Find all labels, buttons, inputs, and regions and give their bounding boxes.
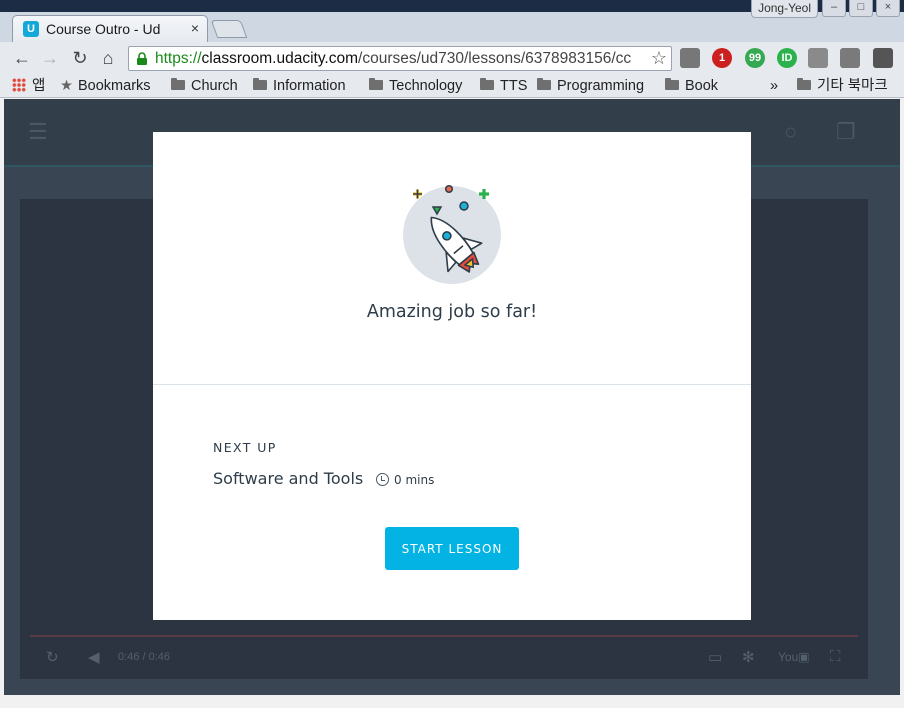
url-path: /courses/ud730/lessons/6378983156/cc xyxy=(358,50,632,67)
hamburger-menu-icon[interactable]: ☰ xyxy=(28,119,48,145)
course-outro-modal: Amazing job so far! NEXT UP Software and… xyxy=(153,132,751,620)
bookmark-label: Technology xyxy=(389,78,463,94)
next-up-label: NEXT UP xyxy=(213,440,277,455)
forward-arrow-icon[interactable]: → xyxy=(40,47,60,69)
modal-hero: Amazing job so far! xyxy=(153,132,751,385)
bookmark-folder-tts[interactable]: TTS xyxy=(480,77,527,95)
bookmark-label: 기타 북마크 xyxy=(817,78,888,94)
minimize-button[interactable]: – xyxy=(822,0,846,17)
tab-title: Course Outro - Ud xyxy=(46,21,161,37)
other-bookmarks-folder[interactable]: 기타 북마크 xyxy=(797,77,888,95)
folder-icon xyxy=(537,78,551,90)
bookmark-folder-technology[interactable]: Technology xyxy=(369,77,462,95)
star-icon: ★ xyxy=(60,78,73,94)
tab-course-outro[interactable]: U Course Outro - Ud × xyxy=(12,15,208,43)
bookmark-item-bookmarks[interactable]: ★ Bookmarks xyxy=(60,77,151,95)
youtube-logo-icon[interactable]: You▣ xyxy=(778,650,810,664)
volume-icon[interactable]: ◀ xyxy=(88,648,100,666)
lesson-duration: 0 mins xyxy=(376,473,434,487)
id-icon[interactable]: ID xyxy=(777,48,797,68)
bookmarks-overflow-button[interactable]: » xyxy=(770,77,778,95)
fullscreen-icon[interactable]: ⛶ xyxy=(830,648,841,665)
folder-icon xyxy=(480,78,494,90)
folder-icon xyxy=(171,78,185,90)
adblock-icon[interactable]: 1 xyxy=(712,48,732,68)
bookmark-label: Church xyxy=(191,78,238,94)
modal-headline: Amazing job so far! xyxy=(366,302,538,322)
profile-name-badge[interactable]: Jong-Yeol xyxy=(751,0,818,18)
bookmark-folder-book[interactable]: Book xyxy=(665,77,718,95)
bookmark-label: Book xyxy=(685,78,719,94)
tab-close-icon[interactable]: × xyxy=(191,20,199,36)
close-window-button[interactable]: × xyxy=(876,0,900,17)
bookmark-folder-information[interactable]: Information xyxy=(253,77,346,95)
search-icon[interactable]: ○ xyxy=(784,119,797,145)
captions-icon[interactable]: ▭ xyxy=(708,648,722,666)
bookmark-label: TTS xyxy=(500,78,528,94)
address-bar[interactable]: https://classroom.udacity.com/courses/ud… xyxy=(128,46,672,71)
url-scheme: https:// xyxy=(155,50,202,67)
video-progress-bar[interactable] xyxy=(30,635,858,637)
folder-icon xyxy=(797,78,811,90)
folder-icon xyxy=(665,78,679,90)
folder-icon xyxy=(369,78,383,90)
bookmark-folder-programming[interactable]: Programming xyxy=(537,77,644,95)
browser-toolbar: ← → ↻ ⌂ https://classroom.udacity.com/co… xyxy=(0,42,904,74)
replay-icon[interactable]: ↻ xyxy=(46,648,59,666)
bookmark-label: Programming xyxy=(557,78,645,94)
url-text: https://classroom.udacity.com/courses/ud… xyxy=(155,50,645,69)
reload-icon[interactable]: ↻ xyxy=(70,47,90,69)
rocket-illustration-icon xyxy=(403,184,501,284)
url-host: classroom.udacity.com xyxy=(201,50,359,67)
quote-icon[interactable]: 99 xyxy=(745,48,765,68)
apps-grid-icon xyxy=(12,78,26,92)
settings-gear-icon[interactable]: ✻ xyxy=(742,648,755,666)
clock-icon xyxy=(376,473,389,486)
bookmark-label: Information xyxy=(273,78,346,94)
home-icon[interactable]: ⌂ xyxy=(98,47,118,69)
magnifier-icon[interactable] xyxy=(680,48,700,68)
folder-icon xyxy=(253,78,267,90)
browser-title-bar: U Course Outro - Ud × Jong-Yeol – □ × xyxy=(0,0,904,43)
bookmark-folder-church[interactable]: Church xyxy=(171,77,238,95)
bookmark-label: Bookmarks xyxy=(78,78,151,94)
back-arrow-icon[interactable]: ← xyxy=(12,47,32,69)
maximize-button[interactable]: □ xyxy=(849,0,873,17)
new-tab-button[interactable] xyxy=(210,20,248,38)
duration-text: 0 mins xyxy=(394,473,435,487)
udacity-favicon-icon: U xyxy=(23,21,39,37)
lock-icon xyxy=(137,52,147,65)
bookmarks-bar: 앱 ★ Bookmarks Church Information Technolo… xyxy=(0,74,904,98)
bookmark-star-icon[interactable]: ☆ xyxy=(651,48,667,69)
screenshot-icon[interactable] xyxy=(808,48,828,68)
start-lesson-button[interactable]: START LESSON xyxy=(385,527,519,570)
chrome-menu-icon[interactable] xyxy=(873,48,893,68)
notes-icon[interactable]: ❐ xyxy=(836,119,856,145)
apps-label: 앱 xyxy=(32,78,46,94)
next-lesson-title: Software and Tools xyxy=(213,469,364,488)
apps-shortcut[interactable]: 앱 xyxy=(12,77,45,95)
keyboard-icon[interactable] xyxy=(840,48,860,68)
video-time: 0:46 / 0:46 xyxy=(118,651,170,663)
